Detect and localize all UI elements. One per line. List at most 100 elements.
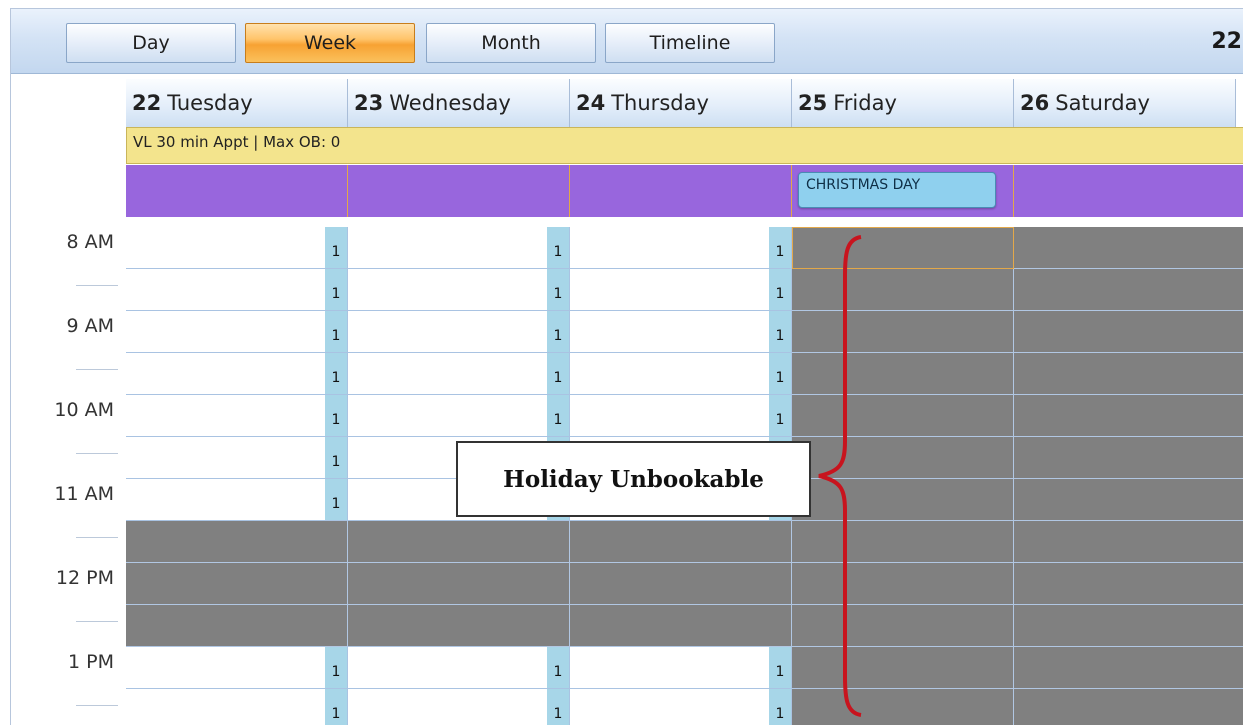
view-timeline-button[interactable]: Timeline xyxy=(605,23,775,63)
time-slot[interactable]: 1 xyxy=(570,227,792,269)
holiday-annotation: Holiday Unbookable xyxy=(456,441,811,517)
day-name: Wednesday xyxy=(389,91,511,115)
slot-capacity-badge: 1 xyxy=(547,395,569,436)
slot-capacity-badge: 1 xyxy=(547,689,569,725)
unbookable-slot[interactable] xyxy=(1014,521,1243,563)
slot-capacity-badge: 1 xyxy=(547,353,569,394)
unbookable-slot[interactable] xyxy=(1014,647,1243,689)
slot-capacity-badge: 1 xyxy=(547,269,569,310)
unbookable-slot[interactable] xyxy=(1014,311,1243,353)
time-slot[interactable]: 1 xyxy=(348,353,570,395)
slot-capacity-badge: 1 xyxy=(769,269,791,310)
slot-capacity-badge: 1 xyxy=(325,395,347,436)
day-header-thursday[interactable]: 24 Thursday xyxy=(570,79,792,127)
all-day-cell[interactable] xyxy=(126,165,348,217)
time-slot[interactable]: 1 xyxy=(348,311,570,353)
time-slot[interactable]: 1 xyxy=(348,689,570,725)
time-slot[interactable]: 1 xyxy=(570,353,792,395)
unbookable-slot[interactable] xyxy=(1014,563,1243,605)
unbookable-slot[interactable] xyxy=(1014,437,1243,479)
time-slot[interactable]: 1 xyxy=(126,227,348,269)
day-header-wednesday[interactable]: 23 Wednesday xyxy=(348,79,570,127)
scheduler: Day Week Month Timeline 22 22 Tuesday 23 W… xyxy=(10,8,1243,725)
unbookable-slot[interactable] xyxy=(348,605,570,647)
slot-capacity-badge: 1 xyxy=(769,647,791,688)
unbookable-slot[interactable] xyxy=(126,521,348,563)
unbookable-slot[interactable] xyxy=(1014,353,1243,395)
unbookable-slot[interactable] xyxy=(126,563,348,605)
day-name: Tuesday xyxy=(167,91,253,115)
half-hour-tick xyxy=(76,537,118,538)
time-slot[interactable]: 1 xyxy=(126,479,348,521)
view-day-button[interactable]: Day xyxy=(66,23,236,63)
time-axis: 8 AM 9 AM 10 AM 11 AM 12 PM 1 PM xyxy=(11,227,126,725)
time-slot[interactable]: 1 xyxy=(570,689,792,725)
unbookable-slot[interactable] xyxy=(126,605,348,647)
time-slot[interactable]: 1 xyxy=(126,353,348,395)
time-slot[interactable]: 1 xyxy=(570,647,792,689)
half-hour-tick xyxy=(76,369,118,370)
time-label: 12 PM xyxy=(55,567,114,589)
view-month-button[interactable]: Month xyxy=(426,23,596,63)
unbookable-slot[interactable] xyxy=(1014,395,1243,437)
half-hour-tick xyxy=(76,285,118,286)
day-number: 24 xyxy=(576,91,606,115)
unbookable-slot[interactable] xyxy=(348,521,570,563)
all-day-cell[interactable] xyxy=(570,165,792,217)
day-header-saturday[interactable]: 26 Saturday xyxy=(1014,79,1236,127)
time-slot[interactable]: 1 xyxy=(348,269,570,311)
day-header-friday[interactable]: 25 Friday xyxy=(792,79,1014,127)
slot-capacity-badge: 1 xyxy=(325,689,347,725)
day-number: 22 xyxy=(132,91,162,115)
slot-capacity-badge: 1 xyxy=(325,269,347,310)
unbookable-slot[interactable] xyxy=(1014,227,1243,269)
all-day-banner[interactable]: VL 30 min Appt | Max OB: 0 xyxy=(126,127,1243,164)
time-slot[interactable]: 1 xyxy=(570,311,792,353)
time-slot[interactable]: 1 xyxy=(126,647,348,689)
time-slot[interactable]: 1 xyxy=(348,227,570,269)
time-slot[interactable]: 1 xyxy=(570,269,792,311)
time-slot[interactable]: 1 xyxy=(570,395,792,437)
slot-capacity-badge: 1 xyxy=(325,647,347,688)
slot-capacity-badge: 1 xyxy=(769,395,791,436)
day-number: 23 xyxy=(354,91,384,115)
time-slot[interactable]: 1 xyxy=(126,269,348,311)
all-day-cell[interactable] xyxy=(348,165,570,217)
unbookable-slot[interactable] xyxy=(1014,605,1243,647)
unbookable-slot[interactable] xyxy=(1014,269,1243,311)
all-day-cell[interactable] xyxy=(1014,165,1243,217)
slot-capacity-badge: 1 xyxy=(325,437,347,478)
time-label: 10 AM xyxy=(54,399,114,421)
time-label: 11 AM xyxy=(54,483,114,505)
time-slot[interactable]: 1 xyxy=(126,437,348,479)
time-slot[interactable]: 1 xyxy=(348,647,570,689)
day-header-tuesday[interactable]: 22 Tuesday xyxy=(126,79,348,127)
slot-capacity-badge: 1 xyxy=(325,227,347,268)
unbookable-slot[interactable] xyxy=(570,521,792,563)
time-slot[interactable]: 1 xyxy=(348,395,570,437)
time-slot[interactable]: 1 xyxy=(126,395,348,437)
time-slot[interactable]: 1 xyxy=(126,689,348,725)
time-label: 9 AM xyxy=(66,315,114,337)
slot-capacity-badge: 1 xyxy=(547,311,569,352)
slot-capacity-badge: 1 xyxy=(325,311,347,352)
unbookable-slot[interactable] xyxy=(348,563,570,605)
unbookable-slot[interactable] xyxy=(1014,689,1243,725)
unbookable-slot[interactable] xyxy=(1014,479,1243,521)
day-number: 26 xyxy=(1020,91,1050,115)
curly-brace-annotation xyxy=(818,235,862,717)
slot-capacity-badge: 1 xyxy=(547,227,569,268)
unbookable-slot[interactable] xyxy=(570,605,792,647)
slot-capacity-badge: 1 xyxy=(769,311,791,352)
half-hour-tick xyxy=(76,705,118,706)
unbookable-slot[interactable] xyxy=(570,563,792,605)
slot-capacity-badge: 1 xyxy=(769,689,791,725)
slot-capacity-badge: 1 xyxy=(547,647,569,688)
view-week-button[interactable]: Week xyxy=(245,23,415,63)
day-number: 25 xyxy=(798,91,828,115)
slot-capacity-badge: 1 xyxy=(769,227,791,268)
day-name: Thursday xyxy=(611,91,709,115)
christmas-day-event[interactable]: CHRISTMAS DAY xyxy=(798,172,996,208)
day-name: Friday xyxy=(833,91,897,115)
time-slot[interactable]: 1 xyxy=(126,311,348,353)
